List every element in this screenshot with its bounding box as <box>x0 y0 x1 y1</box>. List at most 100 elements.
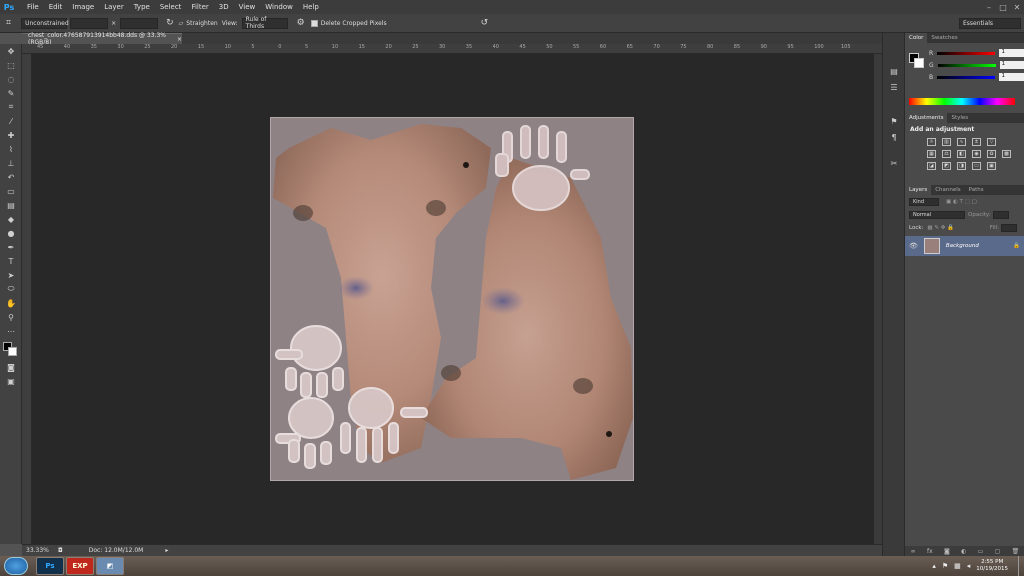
menu-view[interactable]: View <box>234 3 261 11</box>
tab-color[interactable]: Color <box>905 33 928 43</box>
blue-slider[interactable]: B 1 <box>929 71 1024 83</box>
hand-tool-icon[interactable]: ✋ <box>0 296 22 310</box>
status-menu-arrow-icon[interactable]: ▸ <box>165 547 168 554</box>
minimize-button[interactable]: – <box>982 0 996 14</box>
eyedropper-tool-icon[interactable]: ⁄ <box>0 114 22 128</box>
menu-type[interactable]: Type <box>129 3 155 11</box>
blue-bar[interactable] <box>937 75 996 79</box>
curves-adjust-icon[interactable]: ∿ <box>957 138 966 146</box>
color-lookup-adjust-icon[interactable]: ▩ <box>1002 150 1011 158</box>
delete-cropped-checkbox[interactable] <box>310 19 318 27</box>
start-button-icon[interactable] <box>4 557 28 575</box>
pen-tool-icon[interactable]: ✒ <box>0 240 22 254</box>
green-value[interactable]: 1 <box>999 61 1024 69</box>
vibrance-adjust-icon[interactable]: ▽ <box>987 138 996 146</box>
layer-name[interactable]: Background <box>946 243 979 249</box>
tab-channels[interactable]: Channels <box>931 185 964 195</box>
layer-row[interactable]: 👁 Background 🔒 <box>905 236 1024 256</box>
posterize-adjust-icon[interactable]: ◩ <box>942 162 951 170</box>
gradient-tool-icon[interactable]: ▤ <box>0 198 22 212</box>
crop-tool-icon[interactable]: ⌗ <box>0 100 22 114</box>
quick-mask-icon[interactable]: ◙ <box>0 360 22 374</box>
shape-tool-icon[interactable]: ⬭ <box>0 282 22 296</box>
status-icon[interactable]: ◘ <box>58 547 63 554</box>
lasso-tool-icon[interactable]: ◌ <box>0 72 22 86</box>
color-balance-adjust-icon[interactable]: ⚖ <box>942 150 951 158</box>
photo-filter-adjust-icon[interactable]: ◉ <box>972 150 981 158</box>
color-swatches[interactable] <box>0 340 22 360</box>
filter-pixel-icon[interactable]: ▣ ◐ T ⬚ ▢ <box>946 199 977 205</box>
properties-panel-icon[interactable]: ☰ <box>883 79 905 95</box>
dodge-tool-icon[interactable]: ● <box>0 226 22 240</box>
black-white-adjust-icon[interactable]: ◧ <box>957 150 966 158</box>
lock-options-icon[interactable]: ▦ ✎ ✥ 🔒 <box>927 225 954 231</box>
red-bar[interactable] <box>937 51 996 55</box>
menu-window[interactable]: Window <box>260 3 298 11</box>
tray-flag-icon[interactable]: ⚑ <box>942 562 948 570</box>
taskbar-app-button[interactable]: ◩ <box>96 557 124 575</box>
taskbar-exp-button[interactable]: EXP <box>66 557 94 575</box>
vertical-scrollbar[interactable] <box>874 54 882 544</box>
reset-icon[interactable]: ↺ <box>481 18 489 28</box>
color-bg-swatch[interactable] <box>914 58 924 68</box>
height-input[interactable] <box>120 17 159 29</box>
menu-help[interactable]: Help <box>298 3 324 11</box>
straighten-icon[interactable]: ▱ <box>179 20 184 27</box>
tray-volume-icon[interactable]: ◂ <box>967 562 971 570</box>
delete-layer-icon[interactable]: 🗑 <box>1012 548 1020 555</box>
levels-adjust-icon[interactable]: ▥ <box>942 138 951 146</box>
document-tab[interactable]: chest_color.476587913914bb48.dds @ 33.3%… <box>22 32 182 46</box>
invert-adjust-icon[interactable]: ◪ <box>927 162 936 170</box>
threshold-adjust-icon[interactable]: ◨ <box>957 162 966 170</box>
menu-filter[interactable]: Filter <box>186 3 213 11</box>
color-spectrum[interactable] <box>909 98 1015 105</box>
exposure-adjust-icon[interactable]: ± <box>972 138 981 146</box>
actions-panel-icon[interactable]: ⚑ <box>883 113 905 129</box>
crop-tool-icon[interactable]: ⌗ <box>6 18 11 28</box>
history-panel-icon[interactable]: ▤ <box>883 63 905 79</box>
red-slider[interactable]: R 1 <box>929 47 1024 59</box>
new-group-icon[interactable]: ▭ <box>978 548 984 555</box>
blend-mode-select[interactable]: Normal <box>909 210 965 219</box>
background-color-swatch[interactable] <box>8 347 17 356</box>
clone-stamp-tool-icon[interactable]: ⊥ <box>0 156 22 170</box>
tab-layers[interactable]: Layers <box>905 185 932 195</box>
clock[interactable]: 2:55 PM 10/19/2015 <box>976 559 1008 573</box>
brightness-adjust-icon[interactable]: ☼ <box>927 138 936 146</box>
paragraph-panel-icon[interactable]: ¶ <box>883 129 905 145</box>
menu-select[interactable]: Select <box>155 3 187 11</box>
path-select-tool-icon[interactable]: ➤ <box>0 268 22 282</box>
tab-styles[interactable]: Styles <box>947 113 972 123</box>
tray-arrow-icon[interactable]: ▴ <box>932 562 936 570</box>
document-tab-close-icon[interactable]: × <box>177 36 182 43</box>
green-bar[interactable] <box>937 63 996 67</box>
tab-paths[interactable]: Paths <box>965 185 988 195</box>
layer-kind-filter[interactable]: Kind <box>909 197 939 206</box>
menu-layer[interactable]: Layer <box>99 3 129 11</box>
link-layers-icon[interactable]: ∞ <box>911 548 916 555</box>
zoom-tool-icon[interactable]: ⚲ <box>0 310 22 324</box>
show-desktop-button[interactable] <box>1018 556 1024 576</box>
blue-value[interactable]: 1 <box>999 73 1024 81</box>
brush-tool-icon[interactable]: ⌇ <box>0 142 22 156</box>
gradient-map-adjust-icon[interactable]: ▭ <box>972 162 981 170</box>
tools-preset-icon[interactable]: ✂ <box>883 155 905 171</box>
new-adjustment-icon[interactable]: ◐ <box>961 548 966 555</box>
selective-color-adjust-icon[interactable]: ▣ <box>987 162 996 170</box>
new-layer-icon[interactable]: ▢ <box>995 548 1001 555</box>
menu-file[interactable]: File <box>22 3 44 11</box>
fx-icon[interactable]: fx <box>927 548 933 555</box>
settings-gear-icon[interactable]: ⚙ <box>297 18 305 28</box>
channel-mixer-adjust-icon[interactable]: ♻ <box>987 150 996 158</box>
opacity-input[interactable] <box>992 210 1009 219</box>
document-canvas[interactable] <box>270 117 634 481</box>
visibility-eye-icon[interactable]: 👁 <box>909 242 918 250</box>
view-select[interactable]: Rule of Thirds <box>241 16 288 30</box>
tray-network-icon[interactable]: ▦ <box>954 562 961 570</box>
ratio-select[interactable]: Unconstrained <box>21 17 69 29</box>
fill-input[interactable] <box>1001 223 1017 232</box>
menu-3d[interactable]: 3D <box>214 3 234 11</box>
healing-brush-tool-icon[interactable]: ✚ <box>0 128 22 142</box>
swap-icon[interactable]: × <box>111 20 116 27</box>
more-tools-icon[interactable]: ⋯ <box>0 324 22 338</box>
